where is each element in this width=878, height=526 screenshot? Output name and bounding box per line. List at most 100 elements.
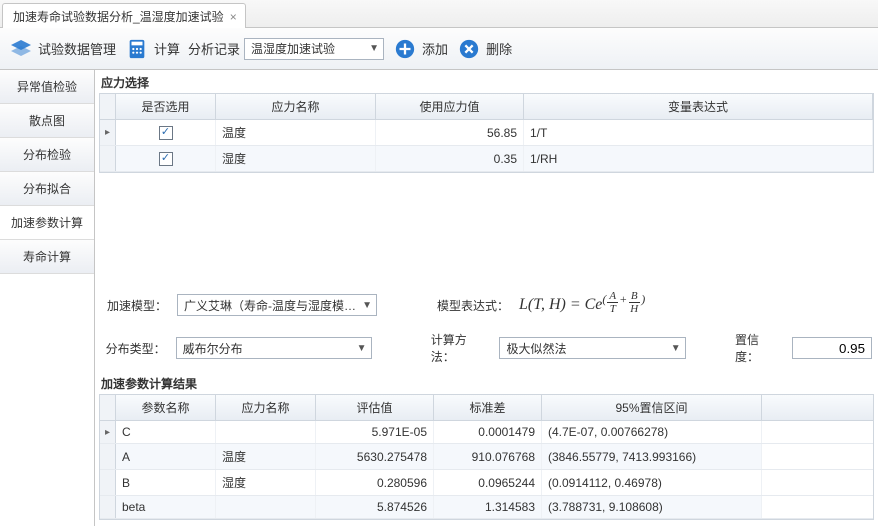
- method-select[interactable]: 极大似然法 ▼: [499, 337, 685, 359]
- sidebar-item-accelparam[interactable]: 加速参数计算: [0, 206, 94, 240]
- stress-cell-name: 温度: [216, 120, 376, 145]
- model-label: 加速模型：: [101, 297, 167, 314]
- stress-cell-value: 0.35: [376, 146, 524, 171]
- row-handle[interactable]: ▸: [100, 120, 116, 145]
- sidebar-item-life[interactable]: 寿命计算: [0, 240, 94, 274]
- dist-select[interactable]: 威布尔分布 ▼: [176, 337, 372, 359]
- record-label: 分析记录: [188, 39, 240, 58]
- results-row[interactable]: A温度5630.275478910.076768(3846.55779, 741…: [100, 444, 873, 470]
- stress-cell-expr: 1/RH: [524, 146, 873, 171]
- sidebar-item-scatter[interactable]: 散点图: [0, 104, 94, 138]
- data-mgmt-button[interactable]: 试验数据管理: [8, 36, 116, 62]
- results-grid: 参数名称 应力名称 评估值 标准差 95%置信区间 ▸C5.971E-050.0…: [99, 394, 874, 520]
- results-row[interactable]: ▸C 5.971E-050.0001479(4.7E-07, 0.00766278…: [100, 421, 873, 444]
- method-select-value: 极大似然法: [506, 340, 566, 357]
- results-cell-est: 5630.275478: [316, 444, 434, 469]
- method-label: 计算方法：: [431, 331, 490, 365]
- compute-label: 计算: [154, 39, 180, 58]
- results-cell-se: 910.076768: [434, 444, 542, 469]
- row-handle[interactable]: [100, 146, 116, 171]
- results-cell-est: 0.280596: [316, 470, 434, 495]
- layers-icon: [8, 36, 34, 62]
- results-col-ci: 95%置信区间: [542, 395, 762, 420]
- row-handle-header: [100, 94, 116, 119]
- results-cell-param: C: [116, 421, 216, 443]
- results-cell-stress: 温度: [216, 444, 316, 469]
- results-cell-ci: (3846.55779, 7413.993166): [542, 444, 762, 469]
- dist-select-value: 威布尔分布: [183, 340, 243, 357]
- content: 应力选择 是否选用 应力名称 使用应力值 变量表达式 ▸✓温度56.851/T✓…: [95, 70, 878, 526]
- row-handle[interactable]: [100, 470, 116, 495]
- form-area: 加速模型： 广义艾琳（寿命-温度与湿度模… ▼ 模型表达式： L(T, H) =…: [95, 282, 878, 371]
- results-cell-se: 0.0001479: [434, 421, 542, 443]
- delete-label: 删除: [486, 39, 512, 58]
- sidebar-item-disttest[interactable]: 分布检验: [0, 138, 94, 172]
- row-handle[interactable]: [100, 444, 116, 469]
- row-handle-header: [100, 395, 116, 420]
- results-cell-se: 0.0965244: [434, 470, 542, 495]
- results-col-param: 参数名称: [116, 395, 216, 420]
- results-col-se: 标准差: [434, 395, 542, 420]
- model-select[interactable]: 广义艾琳（寿命-温度与湿度模… ▼: [177, 294, 377, 316]
- stress-row[interactable]: ✓ 湿度0.351/RH: [100, 146, 873, 172]
- results-col-est: 评估值: [316, 395, 434, 420]
- compute-button[interactable]: 计算: [124, 36, 180, 62]
- results-grid-header: 参数名称 应力名称 评估值 标准差 95%置信区间: [100, 395, 873, 421]
- calculator-icon: [124, 36, 150, 62]
- results-cell-param: A: [116, 444, 216, 469]
- stress-cell-name: 湿度: [216, 146, 376, 171]
- confidence-label: 置信度：: [735, 331, 782, 365]
- results-title: 加速参数计算结果: [95, 371, 878, 394]
- stress-col-name: 应力名称: [216, 94, 376, 119]
- data-mgmt-label: 试验数据管理: [38, 39, 116, 58]
- stress-cell-sel[interactable]: ✓: [116, 120, 216, 145]
- add-label: 添加: [422, 39, 448, 58]
- results-cell-ci: (4.7E-07, 0.00766278): [542, 421, 762, 443]
- confidence-input[interactable]: [792, 337, 872, 359]
- stress-grid: 是否选用 应力名称 使用应力值 变量表达式 ▸ ✓ 温度56.851/T ✓ 湿度0.3…: [99, 93, 874, 173]
- results-col-stress: 应力名称: [216, 395, 316, 420]
- chevron-down-icon: ▼: [362, 300, 372, 311]
- model-expression: L(T, H) = Ce(AT+BH): [519, 292, 645, 319]
- results-cell-stress: [216, 496, 316, 518]
- dist-label: 分布类型：: [101, 340, 166, 357]
- stress-col-sel: 是否选用: [116, 94, 216, 119]
- main: 异常值检验 散点图 分布检验 分布拟合 加速参数计算 寿命计算 应力选择 是否选…: [0, 70, 878, 526]
- results-row[interactable]: B湿度0.2805960.0965244(0.0914112, 0.46978): [100, 470, 873, 496]
- stress-title: 应力选择: [95, 70, 878, 93]
- sidebar: 异常值检验 散点图 分布检验 分布拟合 加速参数计算 寿命计算: [0, 70, 95, 526]
- record-select-value: 温湿度加速试验: [251, 40, 335, 57]
- results-cell-ci: (3.788731, 9.108608): [542, 496, 762, 518]
- record-select[interactable]: 温湿度加速试验 ▼: [244, 38, 384, 60]
- chevron-down-icon: ▼: [671, 343, 681, 354]
- results-row[interactable]: beta5.8745261.314583(3.788731, 9.108608): [100, 496, 873, 519]
- document-tab[interactable]: 加速寿命试验数据分析_温湿度加速试验 ×: [2, 3, 246, 28]
- sidebar-item-outlier[interactable]: 异常值检验: [0, 70, 94, 104]
- checkbox-icon[interactable]: ✓: [159, 126, 173, 140]
- stress-grid-header: 是否选用 应力名称 使用应力值 变量表达式: [100, 94, 873, 120]
- chevron-down-icon: ▼: [357, 343, 367, 354]
- row-handle[interactable]: [100, 496, 116, 518]
- sidebar-item-distfit[interactable]: 分布拟合: [0, 172, 94, 206]
- stress-row[interactable]: ▸ ✓ 温度56.851/T: [100, 120, 873, 146]
- toolbar: 试验数据管理 计算 分析记录 温湿度加速试验 ▼ 添加 删除: [0, 28, 878, 70]
- delete-button[interactable]: 删除: [456, 36, 512, 62]
- row-handle[interactable]: ▸: [100, 421, 116, 443]
- chevron-down-icon: ▼: [369, 43, 379, 54]
- results-cell-est: 5.971E-05: [316, 421, 434, 443]
- results-cell-stress: [216, 421, 316, 443]
- stress-cell-value: 56.85: [376, 120, 524, 145]
- results-cell-est: 5.874526: [316, 496, 434, 518]
- results-cell-param: B: [116, 470, 216, 495]
- model-expr-label: 模型表达式：: [437, 297, 509, 314]
- stress-col-expr: 变量表达式: [524, 94, 873, 119]
- model-select-value: 广义艾琳（寿命-温度与湿度模…: [184, 297, 356, 314]
- stress-cell-expr: 1/T: [524, 120, 873, 145]
- checkbox-icon[interactable]: ✓: [159, 152, 173, 166]
- document-tab-title: 加速寿命试验数据分析_温湿度加速试验: [13, 8, 224, 25]
- stress-cell-sel[interactable]: ✓: [116, 146, 216, 171]
- tab-strip: 加速寿命试验数据分析_温湿度加速试验 ×: [0, 0, 878, 28]
- close-icon[interactable]: ×: [230, 11, 237, 23]
- record-section: 分析记录 温湿度加速试验 ▼: [188, 38, 384, 60]
- add-button[interactable]: 添加: [392, 36, 448, 62]
